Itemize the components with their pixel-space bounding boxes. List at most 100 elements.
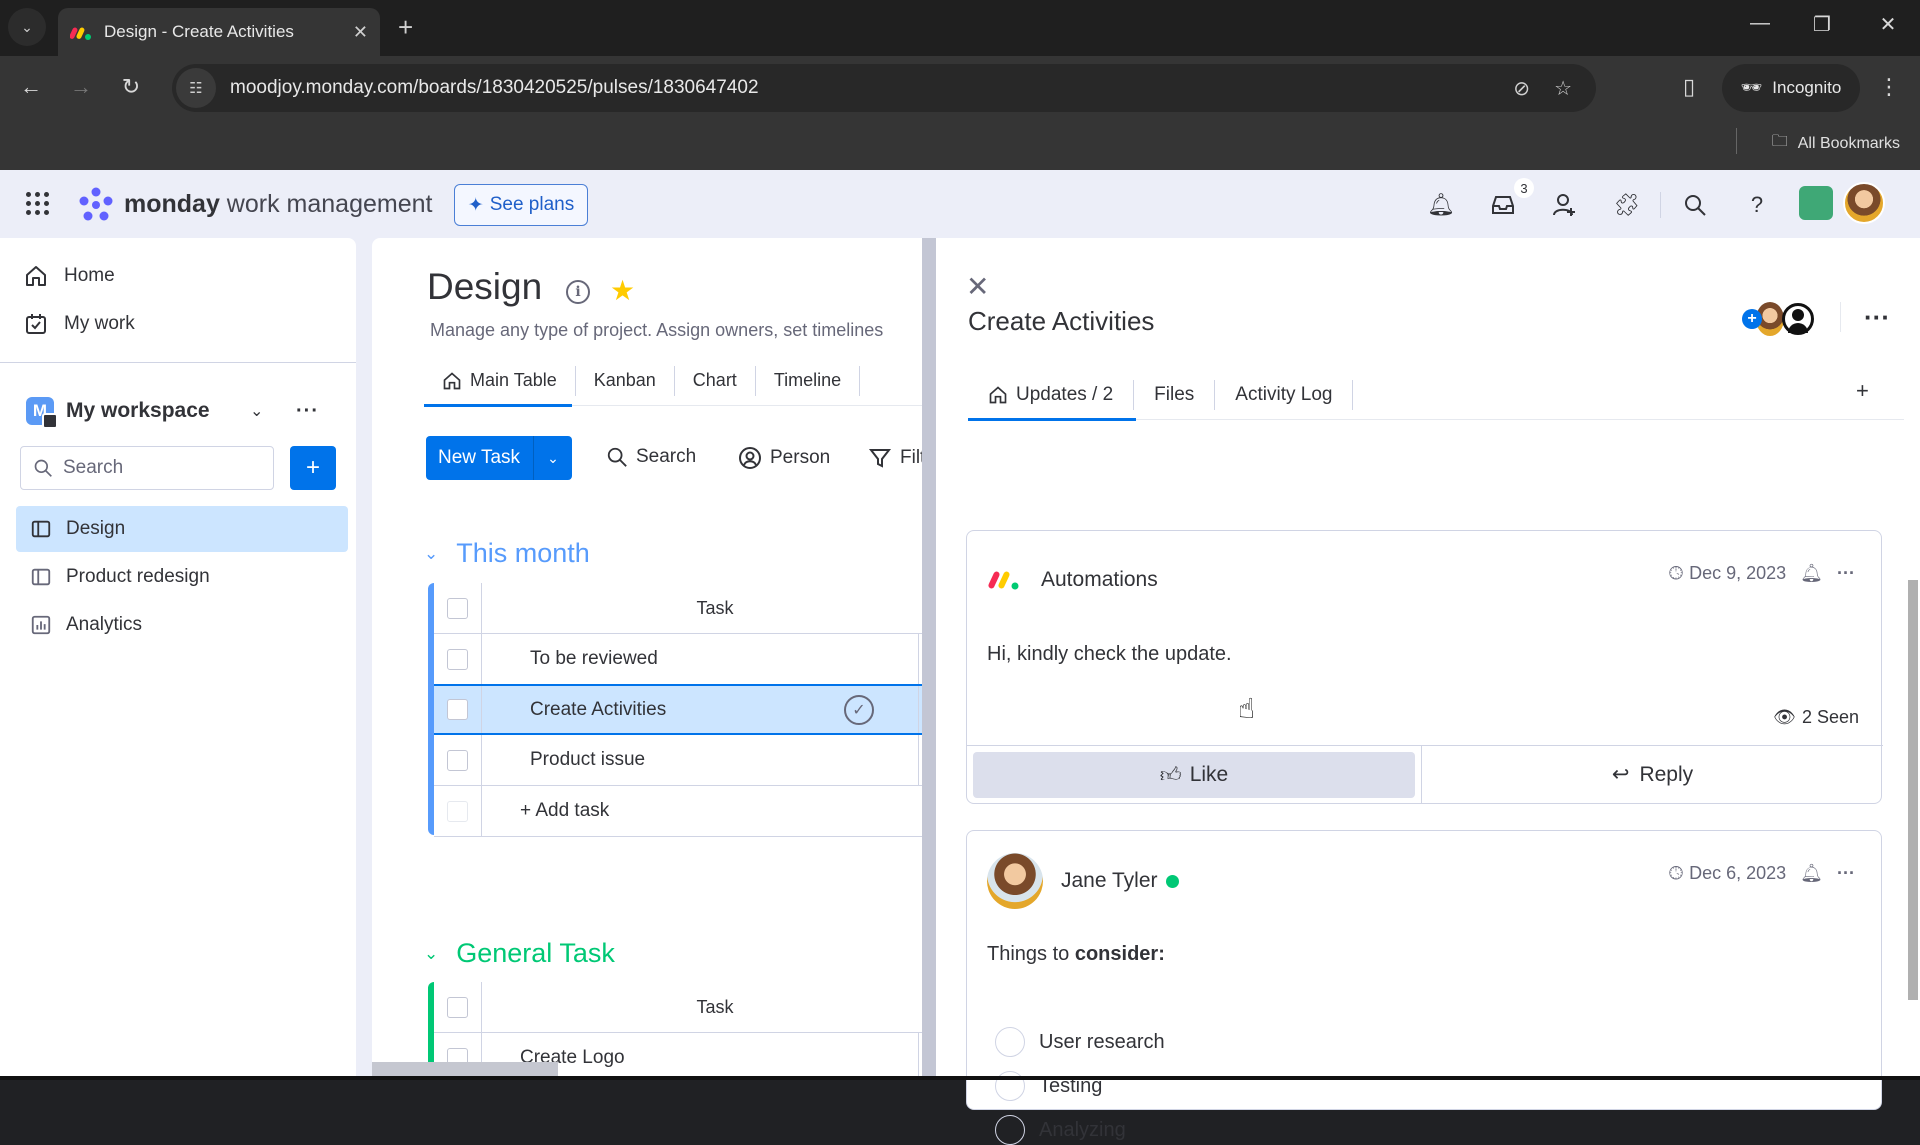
checklist-item[interactable]: Analyzing — [995, 1115, 1126, 1145]
all-bookmarks-button[interactable]: 🗀 All Bookmarks — [1772, 130, 1900, 157]
vertical-scrollbar[interactable] — [1908, 580, 1918, 1000]
checklist-item[interactable]: User research — [995, 1027, 1165, 1057]
sidebar-board-product-redesign[interactable]: Product redesign — [16, 554, 348, 600]
author-name[interactable]: Automations — [1041, 568, 1158, 592]
group-title-this-month[interactable]: ⌄ This month — [424, 538, 590, 569]
tab-timeline[interactable]: Timeline — [756, 365, 861, 396]
info-icon[interactable]: i — [566, 280, 590, 304]
puzzle-icon[interactable]: 🧩︎ — [1612, 190, 1642, 220]
add-task-input[interactable]: + Add task — [482, 800, 934, 822]
close-icon[interactable]: ✕ — [353, 22, 368, 43]
more-vert-icon[interactable]: ⋮ — [1874, 74, 1904, 100]
more-horizontal-icon[interactable]: ··· — [1837, 563, 1855, 584]
sidebar-board-design[interactable]: Design — [16, 506, 348, 552]
workspace-selector[interactable]: M My workspace ⌄ ··· — [26, 394, 346, 429]
column-header-task[interactable]: Task — [482, 997, 934, 1018]
forward-icon[interactable]: → — [66, 74, 96, 100]
apps-grid-icon[interactable] — [26, 192, 50, 216]
board-title[interactable]: Design — [427, 266, 542, 308]
add-view-icon[interactable]: + — [1856, 378, 1869, 404]
bell-icon[interactable]: 🔔︎ — [1426, 190, 1456, 220]
author-avatar[interactable] — [987, 853, 1043, 909]
side-panel-icon[interactable]: ▯ — [1674, 74, 1704, 100]
checklist-checkbox[interactable] — [995, 1115, 1025, 1145]
checklist-checkbox[interactable] — [995, 1027, 1025, 1057]
board-description[interactable]: Manage any type of project. Assign owner… — [430, 320, 883, 341]
more-horizontal-icon[interactable]: ··· — [1864, 302, 1890, 333]
user-avatar[interactable] — [1843, 182, 1885, 224]
sidebar-board-analytics[interactable]: Analytics — [16, 602, 348, 648]
app-switcher-avatar[interactable] — [1799, 186, 1833, 220]
new-tab-icon[interactable]: + — [398, 12, 413, 43]
help-icon[interactable]: ? — [1742, 190, 1772, 220]
close-icon[interactable]: ✕ — [966, 270, 989, 303]
chevron-down-icon[interactable]: ⌄ — [424, 544, 438, 564]
table-row[interactable]: To be reviewed — [434, 634, 934, 685]
author-name[interactable]: Jane Tyler — [1061, 869, 1158, 893]
tab-main-table[interactable]: Main Table — [424, 365, 576, 396]
address-bar[interactable]: ☷ moodjoy.monday.com/boards/1830420525/p… — [172, 64, 1596, 112]
panel-resize-handle[interactable] — [922, 238, 936, 1080]
more-horizontal-icon[interactable]: ··· — [296, 400, 319, 423]
chevron-down-icon[interactable]: ⌄ — [424, 944, 438, 964]
incognito-indicator[interactable]: 🕶 Incognito — [1722, 64, 1860, 112]
new-task-label[interactable]: New Task — [426, 436, 534, 480]
table-row[interactable]: Product issue — [434, 735, 934, 786]
tab-updates[interactable]: Updates / 2 — [968, 379, 1135, 410]
select-all-checkbox[interactable] — [447, 597, 468, 619]
browser-tab[interactable]: Design - Create Activities ✕ — [58, 8, 380, 56]
chevron-down-icon[interactable]: ⌄ — [250, 401, 263, 421]
inbox-icon[interactable] — [1488, 190, 1518, 220]
bell-icon[interactable]: 🔔︎ — [1800, 563, 1823, 584]
invite-user-icon[interactable] — [1550, 190, 1580, 220]
tab-kanban[interactable]: Kanban — [576, 365, 675, 396]
new-task-button[interactable]: New Task ⌄ — [426, 436, 572, 480]
check-circle-icon[interactable]: ✓ — [844, 694, 874, 725]
eye-off-icon[interactable]: ⊘ — [1513, 76, 1530, 101]
url-text[interactable]: moodjoy.monday.com/boards/1830420525/pul… — [230, 77, 1513, 99]
star-icon[interactable]: ☆ — [1554, 76, 1572, 101]
search-icon[interactable] — [1680, 190, 1710, 220]
sidebar-item-home[interactable]: Home — [24, 264, 115, 288]
row-checkbox[interactable] — [447, 648, 468, 670]
tab-search-dropdown[interactable]: ⌄ — [8, 8, 46, 46]
more-horizontal-icon[interactable]: ··· — [1837, 863, 1855, 884]
update-author[interactable]: Automations — [987, 567, 1158, 593]
add-task-row[interactable]: + Add task — [434, 786, 934, 837]
favorite-star-icon[interactable]: ★ — [610, 274, 635, 307]
sidebar-item-my-work[interactable]: My work — [24, 312, 135, 336]
back-icon[interactable]: ← — [16, 74, 46, 100]
group-name[interactable]: General Task — [456, 938, 615, 969]
minimize-icon[interactable]: — — [1740, 12, 1780, 35]
site-info-icon[interactable]: ☷ — [176, 68, 216, 108]
select-all-checkbox[interactable] — [447, 996, 468, 1018]
sidebar-search-input[interactable]: Search — [20, 446, 274, 490]
row-checkbox[interactable] — [447, 749, 468, 771]
task-name[interactable]: Product issue — [482, 749, 918, 771]
see-plans-button[interactable]: ✦ See plans — [454, 184, 588, 226]
tab-chart[interactable]: Chart — [675, 365, 756, 396]
reply-button[interactable]: ↩ Reply — [1421, 746, 1883, 803]
subscribers-button[interactable]: + — [1742, 302, 1814, 336]
update-author[interactable]: Jane Tyler — [987, 853, 1179, 909]
table-row-selected[interactable]: Create Activities ✓ — [434, 684, 934, 735]
person-filter-button[interactable]: Person — [738, 446, 830, 470]
reload-icon[interactable]: ↻ — [116, 74, 146, 100]
item-title[interactable]: Create Activities — [968, 306, 1154, 337]
bell-icon[interactable]: 🔔︎ — [1800, 863, 1823, 884]
brand-name[interactable]: monday work management — [124, 190, 432, 219]
like-button[interactable]: 👍︎ Like — [973, 752, 1415, 798]
board-search-button[interactable]: Search — [606, 446, 696, 468]
column-header-task[interactable]: Task — [482, 598, 934, 619]
chevron-down-icon[interactable]: ⌄ — [534, 450, 572, 467]
close-window-icon[interactable]: ✕ — [1868, 12, 1908, 37]
group-title-general-task[interactable]: ⌄ General Task — [424, 938, 615, 969]
add-item-button[interactable]: + — [290, 446, 336, 490]
task-name[interactable]: To be reviewed — [482, 648, 918, 670]
row-checkbox[interactable] — [447, 699, 468, 720]
restore-icon[interactable]: ❐ — [1802, 12, 1842, 37]
seen-count[interactable]: 👁︎ 2 Seen — [1773, 707, 1859, 728]
tab-files[interactable]: Files — [1134, 379, 1216, 410]
tab-activity-log[interactable]: Activity Log — [1215, 379, 1354, 410]
group-name[interactable]: This month — [456, 538, 590, 569]
